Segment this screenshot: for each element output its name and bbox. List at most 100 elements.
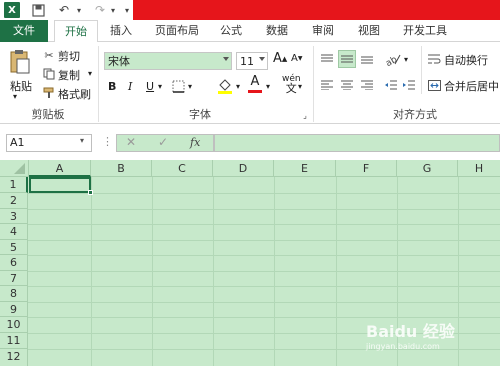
paste-dropdown-icon[interactable]: ▾ [13, 92, 17, 101]
font-color-dropdown-icon[interactable]: ▾ [266, 82, 270, 91]
format-painter-button[interactable]: 格式刷 [58, 86, 91, 102]
copy-icon [42, 67, 56, 81]
shrink-font-button[interactable]: A ▼ [291, 53, 302, 64]
font-size-combo[interactable]: 11 [236, 52, 268, 70]
align-middle-icon[interactable] [338, 50, 356, 68]
tab-review[interactable]: 审阅 [304, 20, 342, 42]
formula-input[interactable] [214, 134, 500, 152]
insert-function-icon[interactable]: fx [190, 136, 200, 149]
border-dropdown-icon[interactable]: ▾ [188, 82, 192, 91]
chevron-down-icon[interactable]: ▾ [80, 136, 84, 145]
row-header[interactable]: 8 [0, 286, 28, 302]
copy-button[interactable]: 复制 [58, 67, 80, 83]
align-right-icon[interactable] [360, 78, 374, 92]
grid-line [28, 255, 500, 256]
grid-line [28, 271, 500, 272]
more-vertical-icon: ⋮ [102, 135, 113, 148]
font-color-button[interactable]: A [248, 74, 262, 93]
select-all-corner[interactable] [0, 160, 29, 177]
font-name-combo[interactable]: 宋体 [104, 52, 232, 70]
chevron-down-icon[interactable] [259, 57, 265, 61]
orientation-icon[interactable]: ab [384, 50, 402, 68]
column-header[interactable]: H [458, 160, 500, 177]
baidu-watermark: Baidu 经验 jingyan.baidu.com [366, 318, 496, 358]
column-header[interactable]: G [397, 160, 458, 177]
align-bottom-icon[interactable] [360, 52, 374, 66]
fill-handle[interactable] [88, 190, 93, 195]
row-header[interactable]: 12 [0, 349, 28, 366]
tab-developer[interactable]: 开发工具 [396, 20, 454, 42]
border-icon[interactable] [170, 78, 186, 94]
grow-font-label: A [273, 51, 282, 66]
title-bar: X ↶ ▾ ↷ ▾ ▾ [0, 0, 500, 20]
watermark-text: Baidu 经验 [366, 322, 455, 341]
phonetic-dropdown-icon[interactable]: ▾ [298, 82, 302, 91]
group-divider [98, 46, 99, 122]
font-size-value: 11 [240, 54, 254, 68]
ribbon-tabs: 文件 开始 插入 页面布局 公式 数据 审阅 视图 开发工具 [0, 20, 500, 43]
active-cell[interactable] [29, 177, 91, 193]
column-header[interactable]: D [213, 160, 274, 177]
wrap-text-button[interactable]: 自动换行 [444, 52, 488, 68]
column-header[interactable]: E [274, 160, 336, 177]
copy-dropdown-icon[interactable]: ▾ [88, 69, 92, 78]
row-header[interactable]: 9 [0, 302, 28, 317]
redo-dropdown-icon[interactable]: ▾ [108, 2, 118, 18]
customize-toolbar-icon[interactable]: ▾ [122, 2, 132, 18]
row-header[interactable]: 1 [0, 177, 28, 193]
row-header[interactable]: 6 [0, 255, 28, 271]
column-header[interactable]: F [336, 160, 397, 177]
shrink-font-label: A [291, 53, 298, 64]
merge-center-icon[interactable] [427, 78, 441, 92]
wrap-text-icon[interactable] [427, 52, 441, 66]
tab-view[interactable]: 视图 [350, 20, 388, 42]
row-header[interactable]: 4 [0, 224, 28, 240]
grid-line [28, 240, 500, 241]
grow-font-button[interactable]: A ▲ [273, 51, 287, 66]
align-center-icon[interactable] [340, 78, 354, 92]
cut-button[interactable]: 剪切 [58, 48, 80, 64]
decrease-indent-icon[interactable] [384, 78, 398, 92]
column-header[interactable]: B [91, 160, 152, 177]
increase-indent-icon[interactable] [402, 78, 416, 92]
column-header[interactable]: C [152, 160, 213, 177]
cancel-icon[interactable]: ✕ [126, 135, 136, 149]
row-header[interactable]: 2 [0, 193, 28, 209]
alignment-group-label: 对齐方式 [393, 108, 437, 121]
tab-home[interactable]: 开始 [54, 20, 98, 43]
excel-logo-icon: X [4, 2, 20, 18]
row-header[interactable]: 5 [0, 240, 28, 255]
font-color-letter: A [250, 74, 260, 89]
group-divider [313, 46, 314, 122]
underline-dropdown-icon[interactable]: ▾ [158, 82, 162, 91]
align-left-icon[interactable] [320, 78, 334, 92]
fill-dropdown-icon[interactable]: ▾ [236, 82, 240, 91]
save-icon[interactable] [30, 2, 46, 18]
italic-button[interactable]: I [128, 80, 132, 93]
underline-button[interactable]: U [146, 80, 154, 93]
paste-icon[interactable] [8, 48, 32, 76]
tab-data[interactable]: 数据 [258, 20, 296, 42]
row-header[interactable]: 10 [0, 317, 28, 333]
row-header[interactable]: 7 [0, 271, 28, 286]
column-header[interactable]: A [29, 160, 91, 177]
row-header[interactable]: 11 [0, 333, 28, 349]
align-top-icon[interactable] [320, 52, 334, 66]
row-header[interactable]: 3 [0, 209, 28, 224]
merge-center-button[interactable]: 合并后居中 [444, 78, 499, 94]
orientation-dropdown-icon[interactable]: ▾ [404, 55, 408, 64]
undo-icon[interactable]: ↶ [56, 2, 72, 18]
fill-color-icon[interactable] [216, 76, 234, 94]
tab-page-layout[interactable]: 页面布局 [148, 20, 206, 42]
undo-dropdown-icon[interactable]: ▾ [74, 2, 84, 18]
chevron-down-icon[interactable] [223, 57, 229, 61]
tab-insert[interactable]: 插入 [102, 20, 140, 42]
enter-icon[interactable]: ✓ [158, 135, 168, 149]
ribbon-home: 粘贴 ▾ ✂ 剪切 复制 ▾ 格式刷 剪贴板 宋体 11 A ▲ A ▼ B I U… [0, 42, 500, 124]
tab-formulas[interactable]: 公式 [212, 20, 250, 42]
font-group-label: 字体 [189, 108, 211, 121]
tab-file[interactable]: 文件 [0, 20, 48, 42]
redo-icon[interactable]: ↷ [92, 2, 108, 18]
bold-button[interactable]: B [108, 80, 116, 93]
font-dialog-launcher-icon[interactable]: ⌟ [300, 110, 310, 120]
